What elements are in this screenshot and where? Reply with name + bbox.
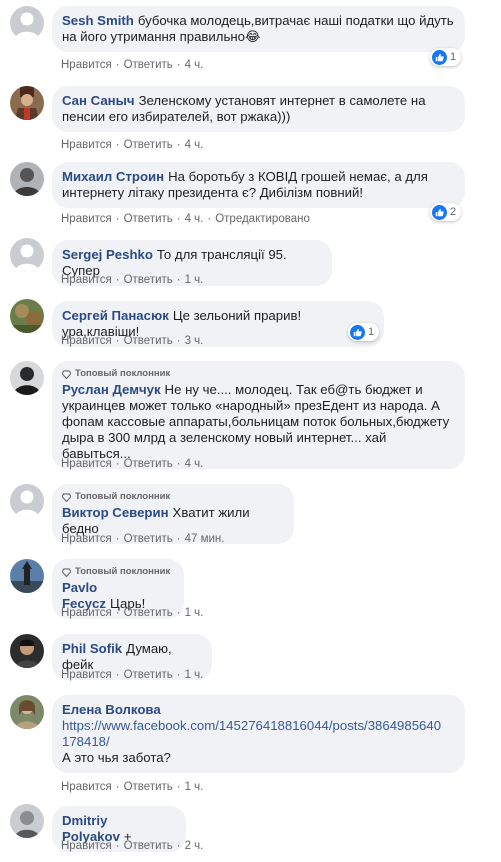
comment-author[interactable]: Михаил Строин	[62, 169, 164, 184]
avatar[interactable]	[10, 6, 44, 40]
comment-time[interactable]: 2 ч.	[185, 840, 204, 852]
comment-author[interactable]: Руслан Демчук	[62, 382, 161, 397]
reply-button[interactable]: Ответить	[124, 458, 173, 470]
like-button[interactable]: Нравится	[61, 59, 112, 71]
like-icon	[432, 49, 447, 65]
top-fan-badge: Топовый поклонник	[62, 566, 174, 578]
reaction-count[interactable]: 1	[430, 48, 462, 66]
avatar[interactable]	[10, 299, 44, 333]
comment-bubble: Sesh Smith бубочка молодець,витрачає наші…	[52, 6, 465, 52]
like-button[interactable]: Нравится	[61, 607, 112, 619]
reaction-number: 1	[368, 326, 375, 338]
reaction-count[interactable]: 2	[430, 203, 462, 221]
comment-author[interactable]: Сергей Панасюк	[62, 308, 169, 323]
avatar[interactable]	[10, 634, 44, 668]
like-button[interactable]: Нравится	[61, 458, 112, 470]
avatar[interactable]	[10, 162, 44, 196]
reply-button[interactable]: Ответить	[124, 139, 173, 151]
avatar[interactable]	[10, 238, 44, 272]
reply-button[interactable]: Ответить	[124, 274, 173, 286]
avatar[interactable]	[10, 361, 44, 395]
comment-time[interactable]: 3 ч.	[185, 335, 204, 347]
comment-author[interactable]: Sergej Peshko	[62, 247, 153, 262]
like-button[interactable]: Нравится	[61, 781, 112, 793]
avatar[interactable]	[10, 804, 44, 838]
comment-actions: Нравится · Ответить · 1 ч.	[61, 781, 204, 793]
comment-actions: Нравится · Ответить · 1 ч.	[61, 607, 204, 619]
comment-time[interactable]: 4 ч.	[185, 458, 204, 470]
comment-time[interactable]: 4 ч.	[185, 59, 204, 71]
comment-author[interactable]: Sesh Smith	[62, 13, 134, 28]
like-icon	[350, 324, 365, 340]
comment-bubble: Михаил Строин На боротьбу з КОВІД грошей …	[52, 162, 465, 208]
diamond-icon	[62, 567, 71, 577]
reply-button[interactable]: Ответить	[124, 335, 173, 347]
comment-actions: Нравится · Ответить · 1 ч.	[61, 669, 204, 681]
avatar[interactable]	[10, 695, 44, 729]
comment-bubble: Топовый поклонник Руслан Демчук Не ну че.…	[52, 361, 465, 469]
top-fan-badge: Топовый поклонник	[62, 368, 455, 380]
comment-time[interactable]: 1 ч.	[185, 274, 204, 286]
diamond-icon	[62, 492, 71, 502]
comment-author[interactable]: Phil Sofik	[62, 641, 122, 656]
comment-actions: Нравится · Ответить · 2 ч.	[61, 840, 204, 852]
reaction-number: 1	[450, 51, 457, 63]
like-icon	[432, 204, 447, 220]
top-fan-label: Топовый поклонник	[75, 566, 171, 577]
like-button[interactable]: Нравится	[61, 840, 112, 852]
comment-actions: Нравится · Ответить · 4 ч.	[61, 139, 204, 151]
reply-button[interactable]: Ответить	[124, 213, 173, 225]
comment-time[interactable]: 1 ч.	[185, 781, 204, 793]
comment-text: А это чья забота?	[62, 750, 171, 765]
like-button[interactable]: Нравится	[61, 533, 112, 545]
comment-author[interactable]: Елена Волкова	[62, 702, 161, 717]
comment-time[interactable]: 47 мин.	[185, 533, 225, 545]
comment-time[interactable]: 1 ч.	[185, 607, 204, 619]
comment-bubble: Сан Саныч Зеленскому установят интернет в…	[52, 86, 465, 132]
comment-actions: Нравится · Ответить · 3 ч.	[61, 335, 204, 347]
like-button[interactable]: Нравится	[61, 669, 112, 681]
avatar[interactable]	[10, 86, 44, 120]
reply-button[interactable]: Ответить	[124, 781, 173, 793]
comment-actions: Нравится · Ответить · 4 ч. · Отредактировано	[61, 213, 310, 225]
reaction-count[interactable]: 1	[348, 323, 380, 341]
comment-actions: Нравится · Ответить · 1 ч.	[61, 274, 204, 286]
diamond-icon	[62, 369, 71, 379]
comment-time[interactable]: 4 ч.	[185, 139, 204, 151]
like-button[interactable]: Нравится	[61, 139, 112, 151]
top-fan-badge: Топовый поклонник	[62, 491, 284, 503]
reply-button[interactable]: Ответить	[124, 669, 173, 681]
reply-button[interactable]: Ответить	[124, 59, 173, 71]
like-button[interactable]: Нравится	[61, 213, 112, 225]
comment-time[interactable]: 4 ч.	[185, 213, 204, 225]
reply-button[interactable]: Ответить	[124, 840, 173, 852]
comment-actions: Нравится · Ответить · 4 ч.	[61, 59, 204, 71]
top-fan-label: Топовый поклонник	[75, 491, 171, 502]
comment-link[interactable]: https://www.facebook.com/145276418816044…	[62, 718, 455, 750]
avatar[interactable]	[10, 484, 44, 518]
like-button[interactable]: Нравится	[61, 335, 112, 347]
reply-button[interactable]: Ответить	[124, 607, 173, 619]
comment-bubble: Елена Волкова https://www.facebook.com/1…	[52, 695, 465, 773]
reply-button[interactable]: Ответить	[124, 533, 173, 545]
comment-actions: Нравится · Ответить · 47 мин.	[61, 533, 225, 545]
reaction-number: 2	[450, 206, 457, 218]
comment-time[interactable]: 1 ч.	[185, 669, 204, 681]
comment-actions: Нравится · Ответить · 4 ч.	[61, 458, 204, 470]
edited-label[interactable]: Отредактировано	[215, 213, 310, 225]
like-button[interactable]: Нравится	[61, 274, 112, 286]
comment-author[interactable]: Сан Саныч	[62, 93, 135, 108]
comment-author[interactable]: Виктор Северин	[62, 505, 169, 520]
top-fan-label: Топовый поклонник	[75, 368, 171, 379]
avatar[interactable]	[10, 559, 44, 593]
